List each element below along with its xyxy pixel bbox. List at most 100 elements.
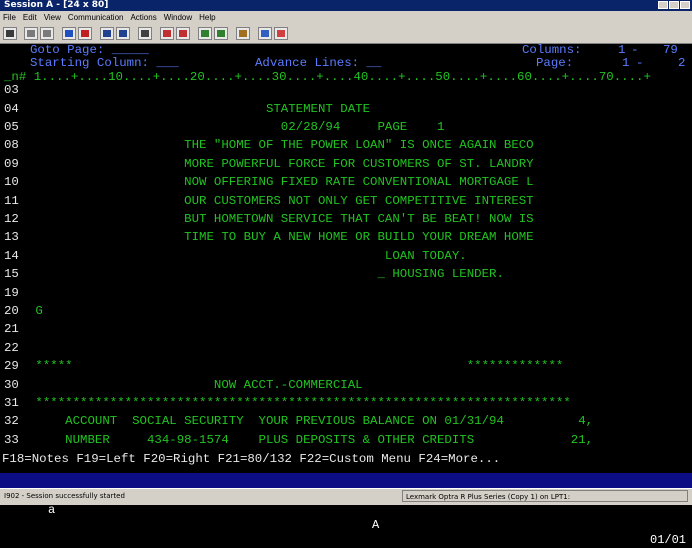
minimize-button[interactable] bbox=[658, 1, 668, 9]
display2-icon[interactable] bbox=[116, 27, 130, 40]
advance-lines-field[interactable]: Advance Lines: __ bbox=[255, 56, 381, 70]
line-number: 12 bbox=[4, 212, 19, 226]
line-text[interactable]: ****************************************… bbox=[28, 396, 570, 410]
line-number: 29 bbox=[4, 359, 19, 374]
header-line-2: Starting Column: ___ Advance Lines: __ Pag… bbox=[30, 56, 686, 71]
line-text[interactable]: _ HOUSING LENDER. bbox=[28, 267, 503, 281]
paste-icon[interactable] bbox=[40, 27, 54, 40]
line-text[interactable]: 02/28/94 PAGE 1 bbox=[28, 120, 445, 134]
printer-status: Lexmark Optra R Plus Series (Copy 1) on … bbox=[402, 490, 688, 502]
screen-line-08: 08 THE "HOME OF THE POWER LOAN" IS ONCE … bbox=[0, 138, 692, 153]
screen-line-11: 11 OUR CUSTOMERS NOT ONLY GET COMPETITIV… bbox=[0, 193, 692, 208]
status-message: I902 - Session successfully started bbox=[4, 492, 125, 500]
menu-edit[interactable]: Edit bbox=[23, 11, 37, 24]
function-keys[interactable]: F18=Notes F19=Left F20=Right F21=80/132 … bbox=[2, 452, 692, 466]
page-label: Page: bbox=[536, 56, 574, 71]
line-text[interactable]: TIME TO BUY A NEW HOME OR BUILD YOUR DRE… bbox=[28, 230, 533, 244]
line-number: 15 bbox=[4, 267, 19, 282]
line-text[interactable]: MORE POWERFUL FORCE FOR CUSTOMERS OF ST.… bbox=[28, 157, 533, 171]
color-icon[interactable] bbox=[214, 27, 228, 40]
screen-line-32: 32 ACCOUNT SOCIAL SECURITY YOUR PREVIOUS… bbox=[0, 414, 692, 428]
screen-line-13: 13 TIME TO BUY A NEW HOME OR BUILD YOUR … bbox=[0, 230, 692, 245]
line-text[interactable]: LOAN TODAY. bbox=[28, 249, 467, 263]
record-icon[interactable] bbox=[138, 27, 152, 40]
screen-line-09: 09 MORE POWERFUL FORCE FOR CUSTOMERS OF … bbox=[0, 157, 692, 171]
window-controls bbox=[658, 1, 690, 9]
receive-icon[interactable] bbox=[78, 27, 92, 40]
input-mode-indicator: A bbox=[372, 518, 380, 532]
header-line-1: Goto Page: _____ Columns: 1-79 bbox=[30, 44, 678, 57]
line-text[interactable]: NUMBER 434-98-1574 PLUS DEPOSITS & OTHER… bbox=[28, 433, 593, 447]
line-number: 22 bbox=[4, 340, 19, 355]
status-bar: I902 - Session successfully started Lexm… bbox=[0, 488, 692, 505]
line-number: 03 bbox=[4, 83, 19, 98]
screen-line-03: 03 bbox=[0, 83, 692, 98]
screen-line-33: 33 NUMBER 434-98-1574 PLUS DEPOSITS & OT… bbox=[0, 432, 692, 447]
menu-window[interactable]: Window bbox=[164, 11, 192, 24]
page-to: 2 bbox=[678, 56, 686, 71]
play-icon[interactable] bbox=[176, 27, 190, 40]
session-indicator: a bbox=[48, 503, 56, 517]
print-screen-icon[interactable] bbox=[3, 27, 17, 40]
line-number: 04 bbox=[4, 101, 19, 116]
line-text[interactable]: STATEMENT DATE bbox=[28, 102, 370, 116]
support-icon[interactable] bbox=[274, 27, 288, 40]
line-number: 20 bbox=[4, 304, 19, 318]
close-button[interactable] bbox=[680, 1, 690, 9]
screen-line-14: 14 LOAN TODAY. bbox=[0, 248, 692, 263]
columns-from: 1 bbox=[618, 44, 626, 57]
screen-line-05: 05 02/28/94 PAGE 1 bbox=[0, 120, 692, 134]
goto-page-field[interactable]: Goto Page: _____ bbox=[30, 44, 149, 57]
line-number: 21 bbox=[4, 322, 19, 337]
menu-communication[interactable]: Communication bbox=[68, 11, 124, 24]
line-text[interactable]: ACCOUNT SOCIAL SECURITY YOUR PREVIOUS BA… bbox=[28, 414, 593, 428]
line-text[interactable]: THE "HOME OF THE POWER LOAN" IS ONCE AGA… bbox=[28, 138, 533, 152]
stop-icon[interactable] bbox=[160, 27, 174, 40]
line-text[interactable]: NOW ACCT.-COMMERCIAL bbox=[28, 378, 363, 392]
maximize-button[interactable] bbox=[669, 1, 679, 9]
title-bar: Session A - [24 x 80] bbox=[0, 0, 692, 11]
line-text[interactable]: ***** ************* bbox=[28, 359, 563, 373]
screen-line-30: 30 NOW ACCT.-COMMERCIAL bbox=[0, 377, 692, 392]
line-number: 10 bbox=[4, 175, 19, 190]
keyboard-icon[interactable] bbox=[258, 27, 272, 40]
line-number: 05 bbox=[4, 120, 19, 134]
line-number: 30 bbox=[4, 377, 19, 392]
operator-info-area: MA a A 01/01 bbox=[0, 473, 692, 547]
line-text[interactable]: NOW OFFERING FIXED RATE CONVENTIONAL MOR… bbox=[28, 175, 533, 189]
menu-bar: File Edit View Communication Actions Win… bbox=[0, 11, 692, 24]
menu-file[interactable]: File bbox=[3, 11, 16, 24]
line-number: 19 bbox=[4, 285, 19, 300]
starting-column-field[interactable]: Starting Column: ___ bbox=[30, 56, 179, 70]
columns-label: Columns: bbox=[522, 44, 582, 57]
menu-actions[interactable]: Actions bbox=[130, 11, 156, 24]
palette-icon[interactable] bbox=[236, 27, 250, 40]
line-number: 08 bbox=[4, 138, 19, 153]
screen-line-22: 22 bbox=[0, 340, 692, 355]
line-text[interactable]: BUT HOMETOWN SERVICE THAT CAN'T BE BEAT!… bbox=[28, 212, 533, 226]
line-number: 13 bbox=[4, 230, 19, 245]
copy-icon[interactable] bbox=[24, 27, 38, 40]
terminal-screen[interactable]: Goto Page: _____ Columns: 1-79 Starting Co… bbox=[0, 44, 692, 488]
screen-line-04: 04 STATEMENT DATE bbox=[0, 101, 692, 116]
line-number: 14 bbox=[4, 248, 19, 263]
page-from: 1 bbox=[622, 56, 630, 71]
line-text[interactable]: G bbox=[28, 304, 42, 318]
send-icon[interactable] bbox=[62, 27, 76, 40]
cursor-position: 01/01 bbox=[650, 533, 687, 547]
line-number: 11 bbox=[4, 193, 19, 208]
line-text[interactable]: OUR CUSTOMERS NOT ONLY GET COMPETITIVE I… bbox=[28, 194, 533, 208]
menu-view[interactable]: View bbox=[44, 11, 61, 24]
toolbar bbox=[0, 24, 692, 44]
screen-line-29: 29 ***** ************* bbox=[0, 359, 692, 374]
screen-line-10: 10 NOW OFFERING FIXED RATE CONVENTIONAL … bbox=[0, 175, 692, 190]
screen-line-19: 19 bbox=[0, 285, 692, 300]
line-number: 33 bbox=[4, 432, 19, 447]
columns-to: 79 bbox=[663, 44, 678, 57]
screen-line-15: 15 _ HOUSING LENDER. bbox=[0, 267, 692, 282]
macro-icon[interactable] bbox=[198, 27, 212, 40]
display-icon[interactable] bbox=[100, 27, 114, 40]
menu-help[interactable]: Help bbox=[199, 11, 215, 24]
column-ruler: _n# 1....+....10....+....20....+....30..… bbox=[4, 69, 651, 84]
screen-line-20: 20 G bbox=[0, 304, 692, 318]
